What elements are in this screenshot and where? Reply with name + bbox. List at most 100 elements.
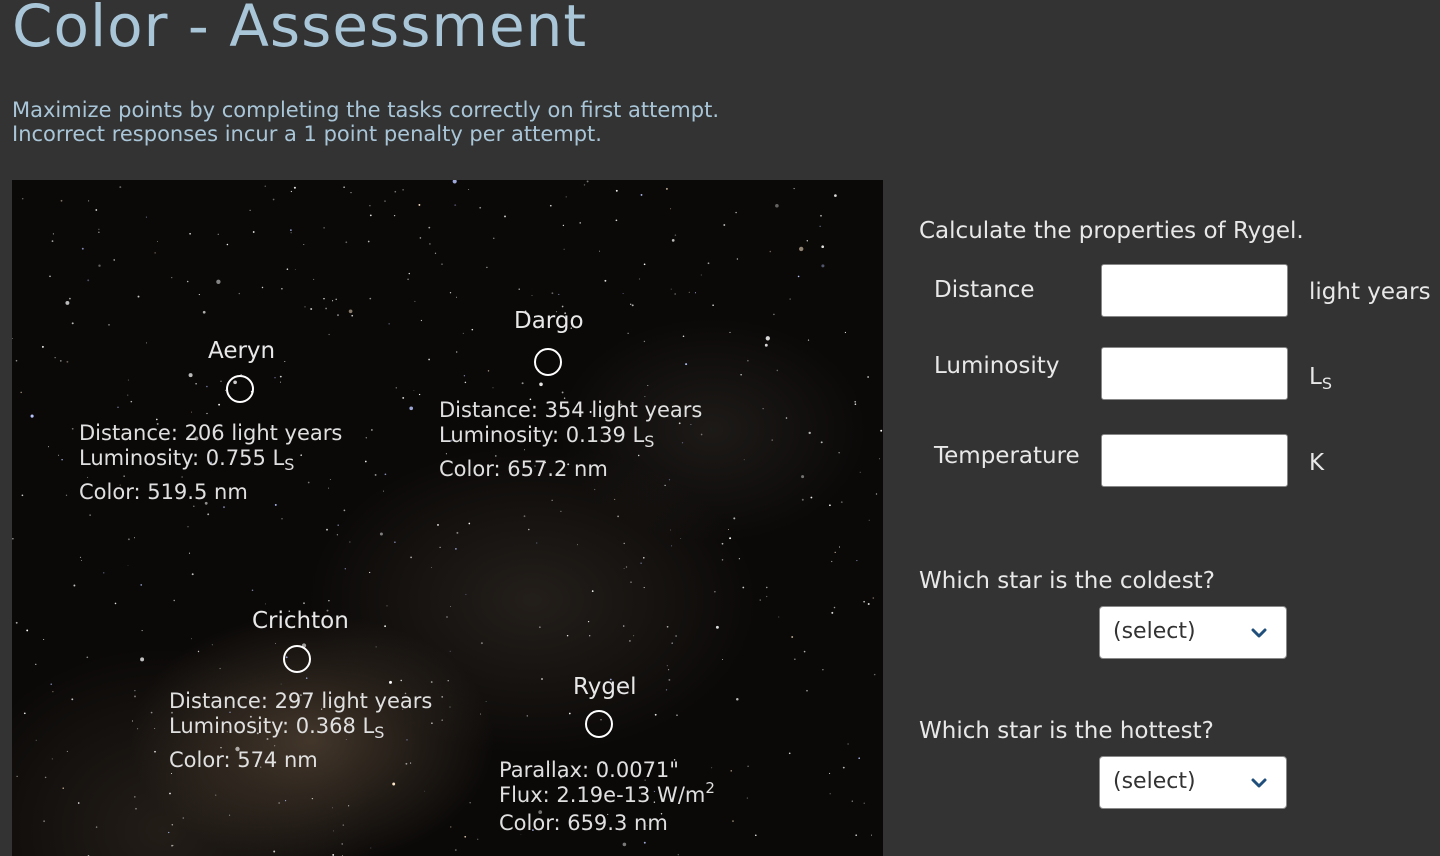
background-star [643, 340, 646, 343]
background-star [579, 222, 581, 224]
background-star [332, 807, 333, 809]
background-star [171, 277, 173, 279]
background-star [747, 765, 749, 768]
distance-input[interactable] [1101, 264, 1288, 317]
background-star [477, 838, 479, 840]
star-marker-crichton[interactable] [283, 645, 311, 673]
luminosity-input[interactable] [1101, 347, 1288, 400]
background-star [714, 591, 716, 593]
background-star [77, 802, 80, 804]
background-star [694, 292, 697, 294]
background-star [591, 590, 594, 592]
background-star [486, 266, 488, 269]
background-star [441, 263, 443, 265]
background-star [66, 360, 69, 363]
coldest-question: Which star is the coldest? [919, 568, 1215, 594]
background-star [801, 498, 804, 501]
background-star [154, 252, 156, 254]
background-star [504, 215, 506, 218]
background-star [117, 406, 119, 408]
instruction-line: Incorrect responses incur a 1 point pena… [12, 122, 602, 146]
hottest-select-value: (select) [1113, 769, 1196, 794]
background-star [58, 454, 60, 456]
background-star [369, 214, 372, 217]
background-star [190, 411, 192, 413]
background-star [733, 517, 736, 520]
background-star [441, 696, 444, 698]
background-star [863, 802, 865, 804]
background-star [765, 336, 770, 341]
background-star [788, 752, 791, 755]
star-name-crichton: Crichton [252, 608, 349, 634]
background-star [854, 400, 857, 403]
background-star [560, 510, 562, 513]
background-star [872, 597, 875, 599]
background-star [140, 584, 143, 586]
background-star [336, 534, 339, 536]
background-star [539, 626, 541, 628]
background-star [226, 243, 229, 246]
background-star [685, 363, 688, 366]
background-star [217, 233, 219, 235]
background-star [793, 188, 795, 190]
background-star [281, 287, 283, 290]
background-star [88, 200, 90, 202]
background-star [729, 331, 731, 333]
background-star [851, 800, 854, 802]
coldest-select-value: (select) [1113, 619, 1196, 644]
background-star [492, 387, 494, 389]
background-star [747, 359, 749, 362]
background-star [521, 382, 524, 385]
background-star [455, 296, 457, 298]
star-color: Color: 519.5 nm [79, 480, 248, 504]
background-stars [12, 180, 883, 856]
background-star [821, 245, 825, 249]
background-star [393, 214, 396, 217]
background-star [766, 595, 768, 598]
background-star [206, 385, 208, 388]
background-star [730, 770, 732, 772]
background-star [598, 250, 601, 252]
background-star [563, 248, 565, 250]
background-star [133, 537, 136, 539]
background-star [471, 328, 474, 331]
background-star [622, 842, 627, 847]
background-star [326, 528, 328, 531]
background-star [145, 342, 147, 344]
star-marker-aeryn[interactable] [226, 375, 254, 403]
background-star [219, 667, 221, 670]
background-star [337, 524, 339, 526]
background-star [341, 843, 343, 845]
background-star [801, 475, 805, 479]
background-star [549, 204, 552, 207]
background-star [402, 188, 404, 191]
temperature-input[interactable] [1101, 434, 1288, 487]
background-star [456, 351, 458, 353]
coldest-select[interactable]: (select) [1099, 606, 1287, 659]
background-star [867, 376, 869, 378]
background-star [407, 278, 409, 281]
background-star [349, 541, 351, 543]
background-star [428, 226, 431, 229]
background-star [43, 820, 45, 823]
background-star [643, 557, 645, 559]
background-star [820, 214, 822, 217]
background-star [604, 279, 607, 282]
hottest-select[interactable]: (select) [1099, 756, 1287, 809]
background-star [168, 831, 170, 834]
star-name-dargo: Dargo [514, 308, 584, 334]
background-star [562, 224, 565, 227]
background-star [838, 546, 841, 548]
background-star [252, 231, 255, 233]
star-marker-rygel[interactable] [585, 710, 613, 738]
background-star [617, 515, 619, 518]
background-star [280, 683, 282, 685]
background-star [838, 452, 840, 454]
background-star [418, 393, 421, 396]
background-star [867, 603, 870, 605]
background-star [622, 625, 625, 627]
background-star [195, 383, 197, 385]
background-star [54, 357, 56, 359]
star-marker-dargo[interactable] [534, 348, 562, 376]
background-star [677, 854, 679, 856]
